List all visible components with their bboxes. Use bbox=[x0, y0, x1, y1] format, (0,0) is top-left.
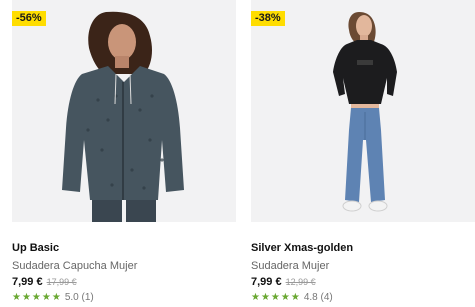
product-grid: -56% Up Basic Sudadera Capucha Mujer 7,9… bbox=[0, 0, 475, 307]
product-card[interactable]: -38% Silver Xmas-golden Sudadera Mujer 7… bbox=[251, 0, 475, 307]
rating-value: 5.0 (1) bbox=[64, 292, 94, 303]
rating-value: 4.8 (4) bbox=[303, 292, 333, 303]
current-price: 7,99 € bbox=[12, 276, 43, 288]
product-photo-hoodie bbox=[62, 11, 184, 222]
product-subtitle[interactable]: Sudadera Capucha Mujer bbox=[12, 260, 137, 272]
price-row: 7,99 €12,99 € bbox=[251, 276, 316, 288]
rating-row: ★★★★★ 5.0 (1) bbox=[12, 292, 94, 303]
discount-badge: -56% bbox=[12, 11, 46, 26]
rating-row: ★★★★★ 4.8 (4) bbox=[251, 292, 333, 303]
price-row: 7,99 €17,99 € bbox=[12, 276, 77, 288]
product-image[interactable]: -38% bbox=[251, 0, 475, 222]
product-image[interactable]: -56% bbox=[12, 0, 236, 222]
old-price: 17,99 € bbox=[46, 277, 77, 287]
discount-badge: -38% bbox=[251, 11, 285, 26]
old-price: 12,99 € bbox=[285, 277, 316, 287]
product-brand[interactable]: Silver Xmas-golden bbox=[251, 242, 353, 254]
product-subtitle[interactable]: Sudadera Mujer bbox=[251, 260, 329, 272]
product-card[interactable]: -56% Up Basic Sudadera Capucha Mujer 7,9… bbox=[12, 0, 236, 307]
current-price: 7,99 € bbox=[251, 276, 282, 288]
product-brand[interactable]: Up Basic bbox=[12, 242, 59, 254]
star-rating-icon: ★★★★★ bbox=[12, 292, 62, 303]
star-rating-icon: ★★★★★ bbox=[251, 292, 301, 303]
product-photo-sweatshirt bbox=[333, 12, 397, 212]
